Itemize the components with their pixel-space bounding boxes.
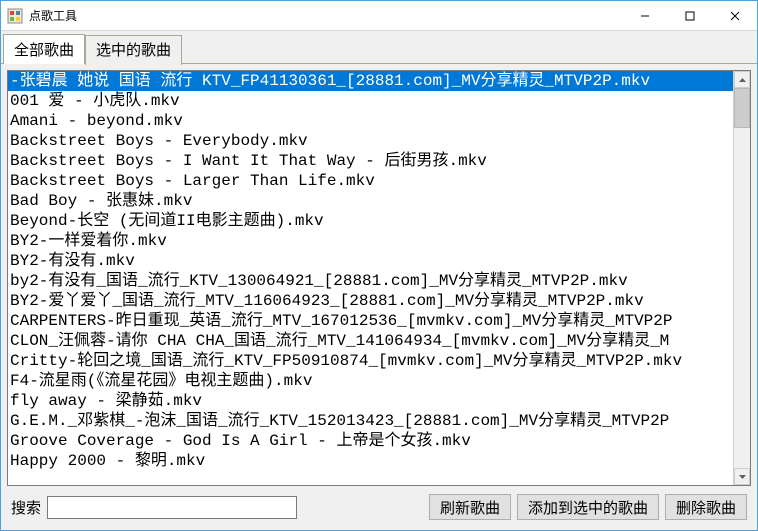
vertical-scrollbar[interactable]: [733, 71, 750, 485]
song-item[interactable]: BY2-有没有.mkv: [8, 251, 733, 271]
add-to-selected-button[interactable]: 添加到选中的歌曲: [517, 494, 659, 520]
scroll-down-button[interactable]: [734, 468, 750, 485]
song-item[interactable]: Amani - beyond.mkv: [8, 111, 733, 131]
bottom-bar: 搜索 刷新歌曲 添加到选中的歌曲 删除歌曲: [7, 486, 751, 524]
song-item[interactable]: F4-流星雨(《流星花园》电视主题曲).mkv: [8, 371, 733, 391]
song-item[interactable]: Critty-轮回之境_国语_流行_KTV_FP50910874_[mvmkv.…: [8, 351, 733, 371]
song-item[interactable]: Backstreet Boys - Everybody.mkv: [8, 131, 733, 151]
song-item[interactable]: CLON_汪佩蓉-请你 CHA CHA_国语_流行_MTV_141064934_…: [8, 331, 733, 351]
window-title: 点歌工具: [29, 7, 622, 24]
song-item[interactable]: G.E.M._邓紫棋_-泡沫_国语_流行_KTV_152013423_[2888…: [8, 411, 733, 431]
song-item[interactable]: Backstreet Boys - Larger Than Life.mkv: [8, 171, 733, 191]
song-item[interactable]: by2-有没有_国语_流行_KTV_130064921_[28881.com]_…: [8, 271, 733, 291]
tab-selected-songs[interactable]: 选中的歌曲: [85, 35, 182, 65]
song-listbox[interactable]: -张碧晨 她说 国语 流行 KTV_FP41130361_[28881.com]…: [7, 70, 751, 486]
song-item[interactable]: Groove Coverage - God Is A Girl - 上帝是个女孩…: [8, 431, 733, 451]
song-item[interactable]: -张碧晨 她说 国语 流行 KTV_FP41130361_[28881.com]…: [8, 71, 733, 91]
song-item[interactable]: fly away - 梁静茹.mkv: [8, 391, 733, 411]
song-item[interactable]: Bad Boy - 张惠妹.mkv: [8, 191, 733, 211]
close-button[interactable]: [712, 1, 757, 30]
refresh-button[interactable]: 刷新歌曲: [429, 494, 511, 520]
scroll-track[interactable]: [734, 88, 750, 468]
song-item[interactable]: Backstreet Boys - I Want It That Way - 后…: [8, 151, 733, 171]
app-window: 点歌工具 全部歌曲 选中的歌曲 -张碧晨 她说 国语 流行 KTV_FP4113…: [0, 0, 758, 531]
client-area: -张碧晨 她说 国语 流行 KTV_FP41130361_[28881.com]…: [1, 63, 757, 530]
song-item[interactable]: BY2-一样爱着你.mkv: [8, 231, 733, 251]
window-controls: [622, 1, 757, 30]
tab-all-songs[interactable]: 全部歌曲: [3, 34, 85, 64]
song-item[interactable]: Beyond-长空 (无间道II电影主题曲).mkv: [8, 211, 733, 231]
scroll-thumb[interactable]: [734, 88, 750, 128]
minimize-button[interactable]: [622, 1, 667, 30]
song-item[interactable]: BY2-爱丫爱丫_国语_流行_MTV_116064923_[28881.com]…: [8, 291, 733, 311]
scroll-up-button[interactable]: [734, 71, 750, 88]
app-icon: [7, 8, 23, 24]
song-item[interactable]: 001 爱 - 小虎队.mkv: [8, 91, 733, 111]
search-input[interactable]: [47, 496, 297, 519]
delete-song-button[interactable]: 删除歌曲: [665, 494, 747, 520]
song-item[interactable]: CARPENTERS-昨日重现_英语_流行_MTV_167012536_[mvm…: [8, 311, 733, 331]
titlebar: 点歌工具: [1, 1, 757, 31]
tab-strip: 全部歌曲 选中的歌曲: [1, 31, 757, 63]
maximize-button[interactable]: [667, 1, 712, 30]
song-item[interactable]: Happy 2000 - 黎明.mkv: [8, 451, 733, 471]
search-label: 搜索: [11, 497, 41, 518]
